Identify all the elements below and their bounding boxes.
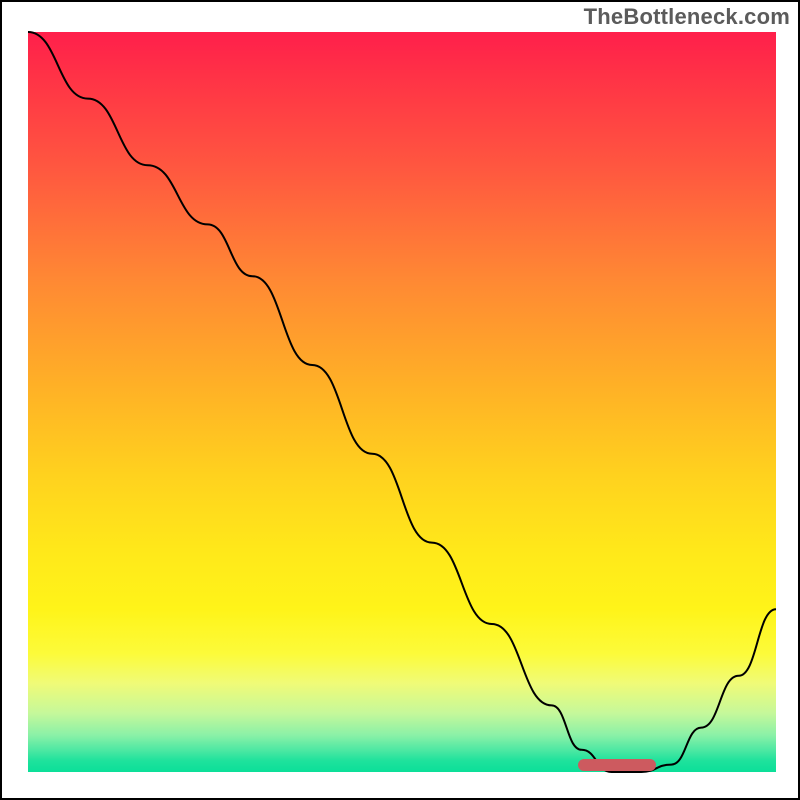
plot-area — [28, 32, 776, 772]
watermark-text: TheBottleneck.com — [584, 4, 790, 30]
curve-path — [28, 32, 776, 772]
curve-svg — [28, 32, 776, 772]
optimum-range-marker — [578, 759, 657, 771]
chart-frame: TheBottleneck.com — [0, 0, 800, 800]
